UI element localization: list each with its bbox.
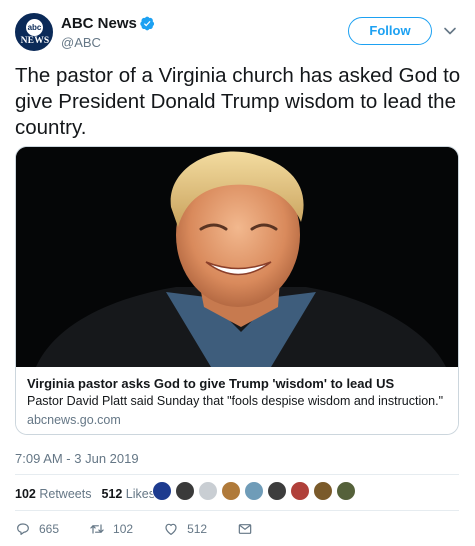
tweet-stats: 102 Retweets 512 Likes [15, 484, 165, 504]
direct-message-button[interactable] [237, 521, 261, 537]
liker-avatar[interactable] [313, 481, 333, 501]
likes-stat[interactable]: 512 Likes [101, 487, 155, 501]
retweet-count: 102 [113, 522, 134, 536]
tweet-text: The pastor of a Virginia church has aske… [15, 64, 461, 139]
verified-badge-icon [140, 16, 154, 31]
link-card[interactable]: Virginia pastor asks God to give Trump '… [15, 146, 459, 435]
liker-avatars [152, 481, 359, 503]
name-row: ABC News [61, 15, 155, 32]
handle[interactable]: @ABC [61, 35, 101, 50]
card-description: Pastor David Platt said Sunday that "foo… [27, 394, 444, 408]
retweet-icon [90, 524, 104, 534]
liker-avatar[interactable] [267, 481, 287, 501]
retweet-button[interactable]: 102 [89, 521, 133, 537]
follow-button[interactable]: Follow [348, 17, 432, 45]
reply-button[interactable]: 665 [15, 521, 59, 537]
tweet-actions: 665 102 512 [15, 520, 291, 538]
liker-avatar[interactable] [175, 481, 195, 501]
card-body: Virginia pastor asks God to give Trump '… [16, 367, 458, 434]
reply-count: 665 [39, 522, 60, 536]
heart-icon [165, 523, 177, 535]
liker-avatar[interactable] [290, 481, 310, 501]
news-logo-word: NEWS [20, 36, 50, 46]
chevron-down-icon[interactable] [443, 24, 457, 38]
tweet-timestamp[interactable]: 7:09 AM - 3 Jun 2019 [15, 451, 139, 466]
liker-avatar[interactable] [244, 481, 264, 501]
liker-avatar[interactable] [152, 481, 172, 501]
retweets-stat[interactable]: 102 Retweets [15, 487, 91, 501]
card-domain: abcnews.go.com [27, 413, 121, 427]
like-button[interactable]: 512 [163, 521, 207, 537]
likes-label: Likes [125, 487, 155, 501]
divider [15, 474, 459, 475]
display-name[interactable]: ABC News [61, 15, 137, 32]
envelope-icon [238, 524, 252, 534]
card-image [16, 147, 458, 367]
retweets-label: Retweets [39, 487, 92, 501]
avatar[interactable]: abc NEWS [15, 13, 53, 51]
reply-icon [17, 523, 29, 535]
likes-count: 512 [101, 487, 123, 501]
card-title: Virginia pastor asks God to give Trump '… [27, 376, 395, 391]
abc-logo-mark: abc [26, 19, 43, 36]
liker-avatar[interactable] [221, 481, 241, 501]
liker-avatar[interactable] [198, 481, 218, 501]
tweet-header: abc NEWS ABC News @ABC Follow [15, 12, 465, 54]
like-count: 512 [187, 522, 208, 536]
retweets-count: 102 [15, 487, 36, 501]
liker-avatar[interactable] [336, 481, 356, 501]
divider [15, 510, 459, 511]
